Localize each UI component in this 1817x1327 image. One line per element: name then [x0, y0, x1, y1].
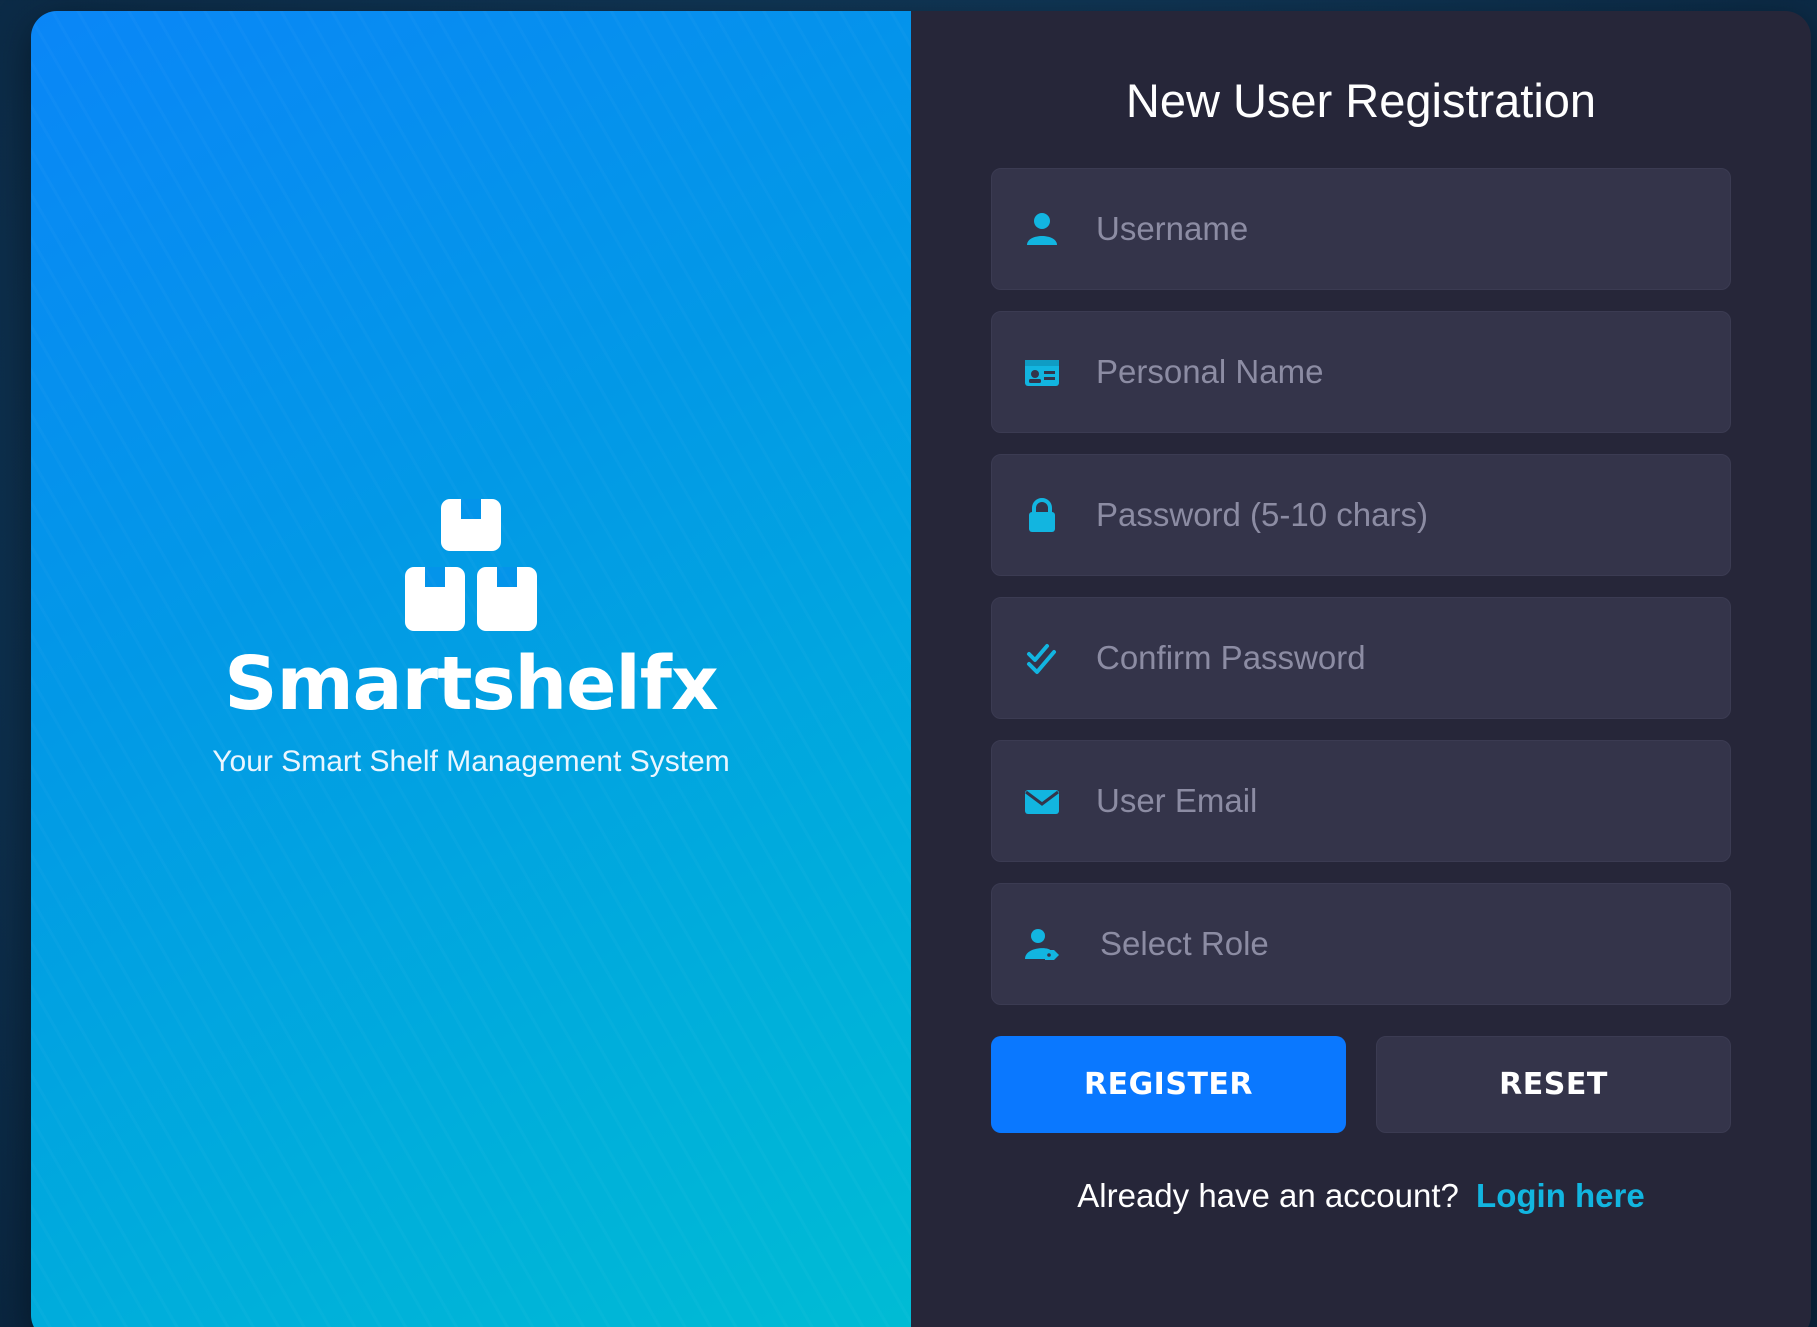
lock-icon [1029, 498, 1055, 532]
login-prompt-row: Already have an account? Login here [991, 1177, 1731, 1215]
envelope-icon [1025, 790, 1059, 814]
email-input[interactable] [1096, 741, 1730, 861]
login-prompt-text: Already have an account? [1077, 1177, 1459, 1214]
user-tag-icon [1025, 929, 1059, 960]
username-input[interactable] [1096, 169, 1730, 289]
registration-card: Smartshelfx Your Smart Shelf Management … [31, 11, 1811, 1327]
form-buttons: REGISTER RESET [991, 1036, 1731, 1133]
confirm-password-input[interactable] [1096, 598, 1730, 718]
role-select-label: Select Role [1100, 925, 1269, 962]
id-card-icon [1025, 360, 1059, 386]
brand-name: Smartshelfx [224, 641, 718, 727]
user-icon [1027, 213, 1057, 245]
brand-tagline: Your Smart Shelf Management System [212, 745, 730, 778]
form-panel: New User Registration Username Personal … [911, 11, 1811, 1327]
brand-panel: Smartshelfx Your Smart Shelf Management … [31, 11, 911, 1327]
role-select[interactable]: Select Role [991, 883, 1731, 1005]
login-link[interactable]: Login here [1476, 1177, 1645, 1214]
password-field[interactable] [991, 454, 1731, 576]
registration-fields: Select Role [991, 168, 1731, 1005]
personal-name-field[interactable] [991, 311, 1731, 433]
reset-button[interactable]: RESET [1376, 1036, 1731, 1133]
form-title: New User Registration [1125, 74, 1597, 127]
boxes-icon [405, 499, 537, 631]
confirm-password-field[interactable] [991, 597, 1731, 719]
username-field[interactable] [991, 168, 1731, 290]
email-field[interactable] [991, 740, 1731, 862]
check-double-icon [1027, 644, 1056, 674]
register-button[interactable]: REGISTER [991, 1036, 1346, 1133]
password-input[interactable] [1096, 455, 1730, 575]
personal-name-input[interactable] [1096, 312, 1730, 432]
